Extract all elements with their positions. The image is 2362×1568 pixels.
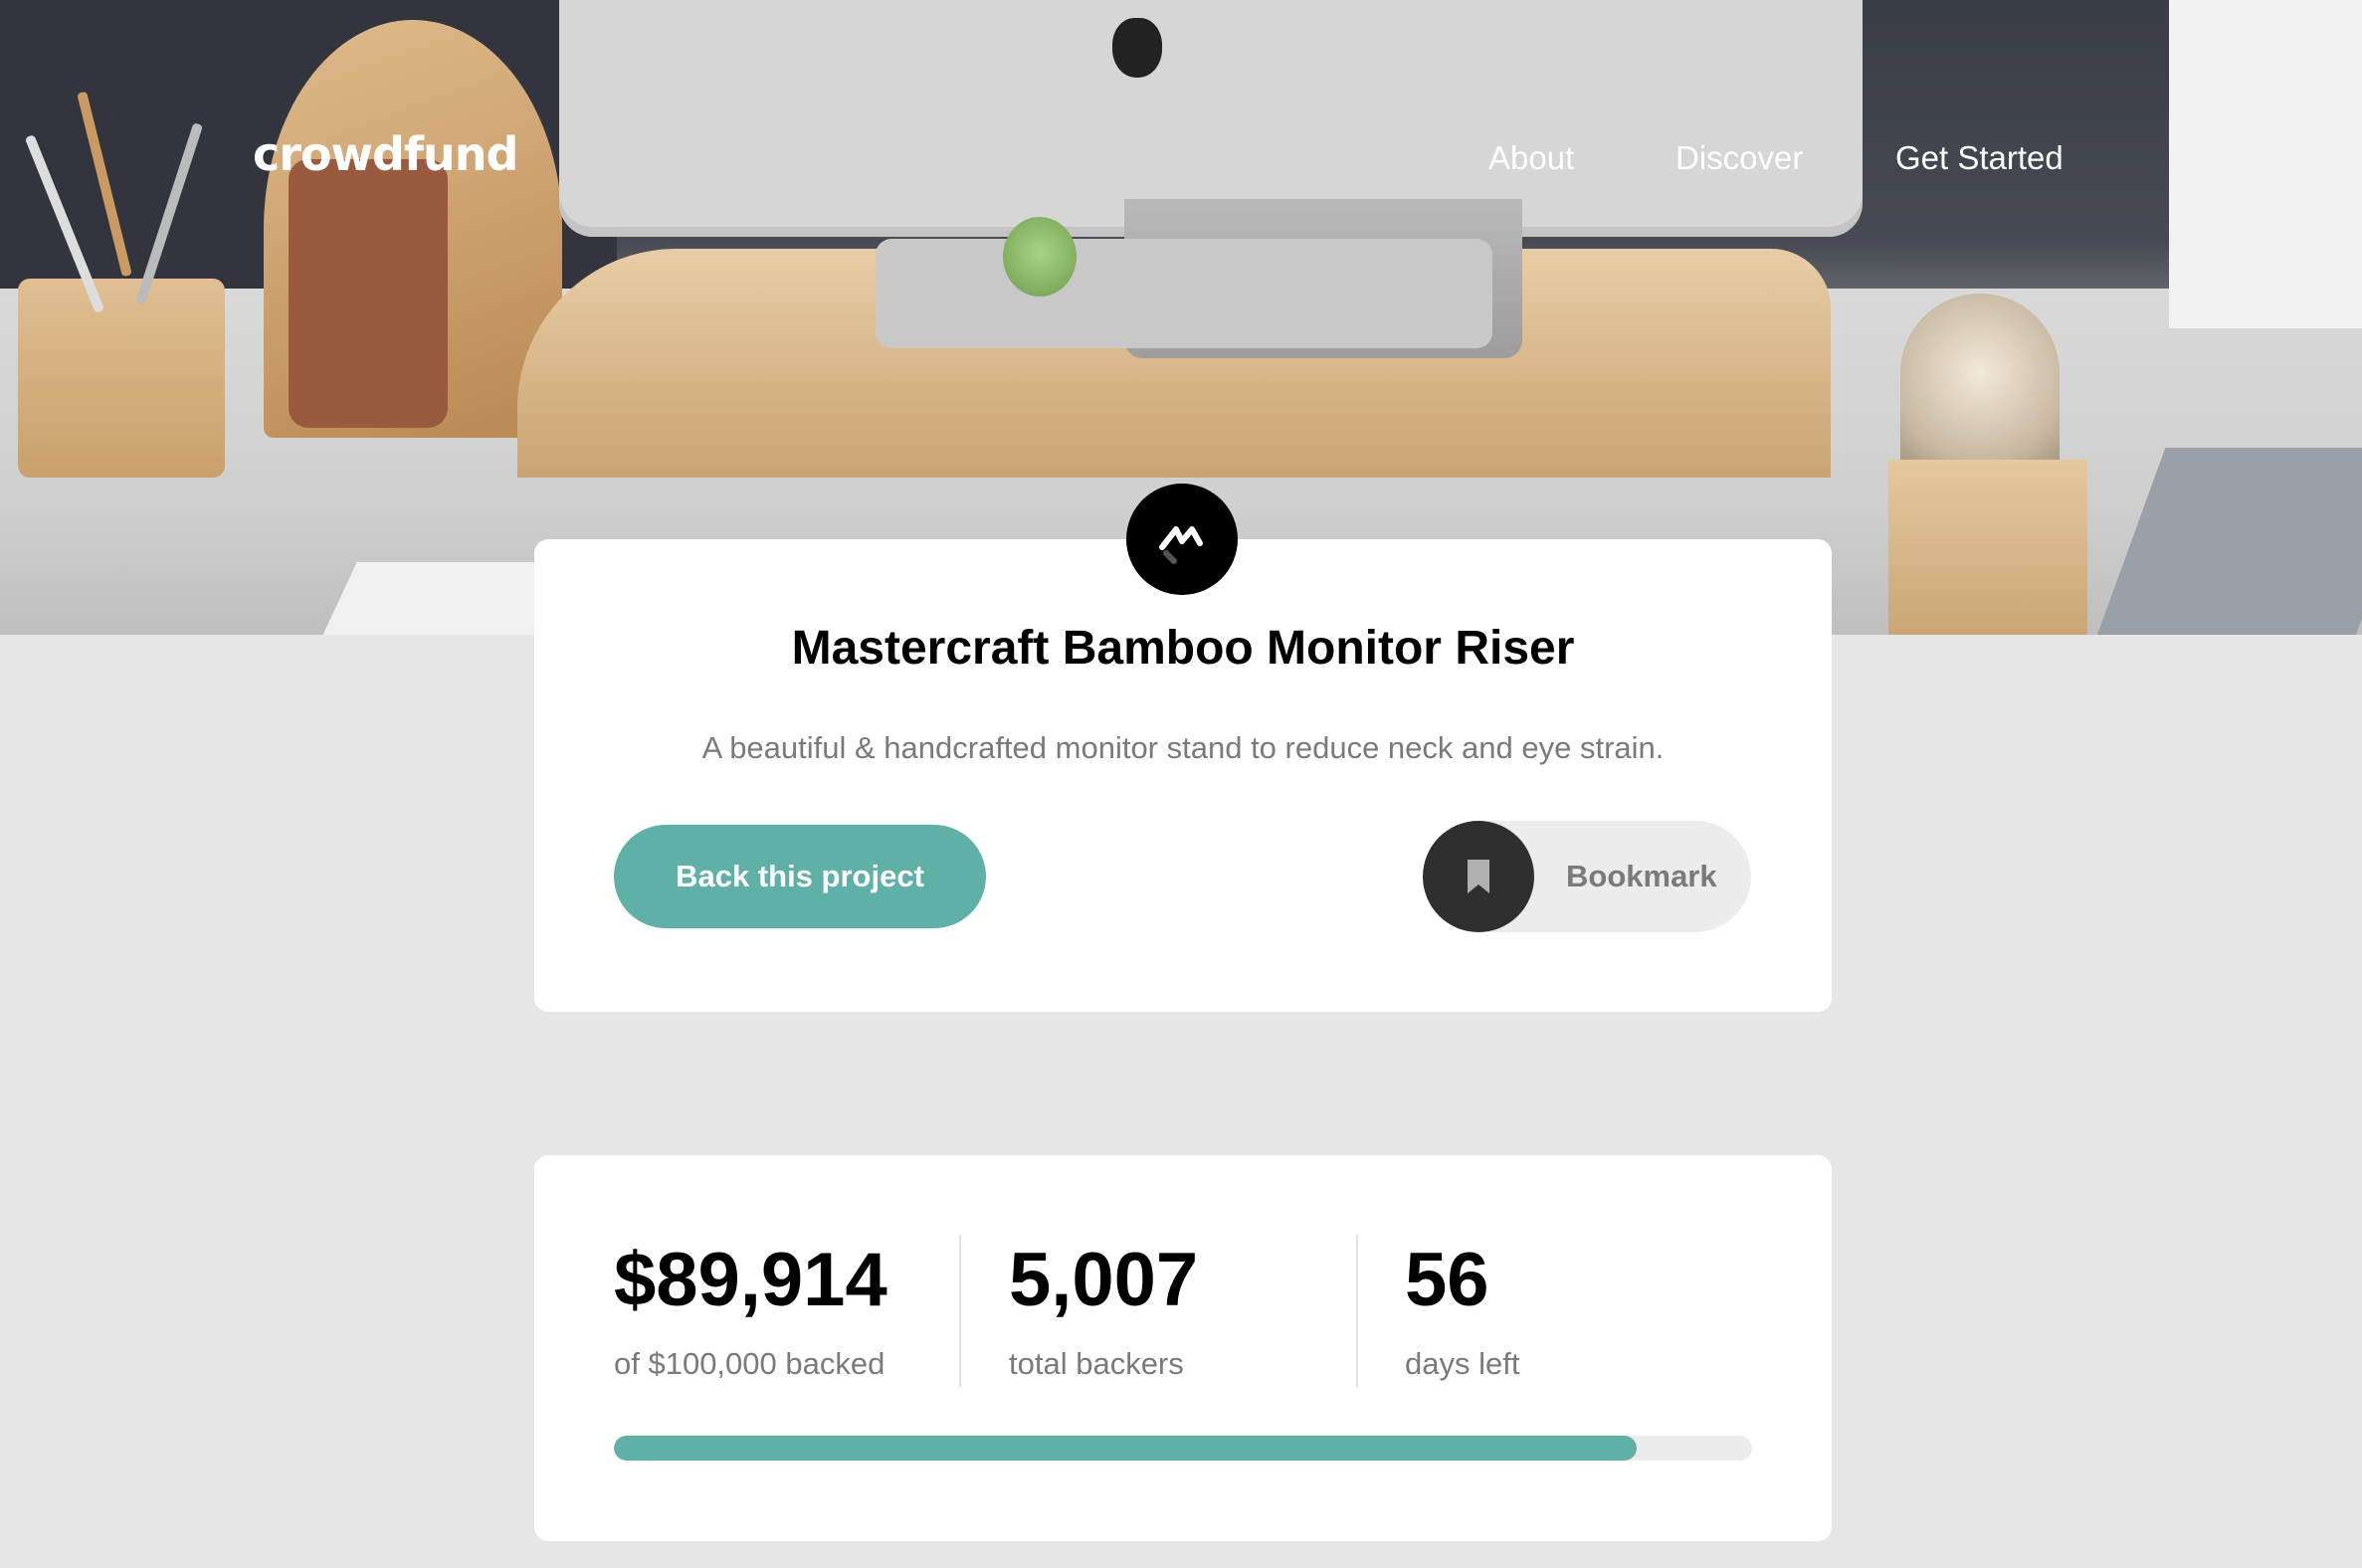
backed-amount: $89,914 bbox=[614, 1238, 887, 1322]
crowdfund-logo[interactable]: crowdfund bbox=[253, 127, 518, 181]
stat-backed: $89,914 of $100,000 backed bbox=[614, 1243, 887, 1382]
back-project-button[interactable]: Back this project bbox=[614, 825, 986, 928]
project-description: A beautiful & handcrafted monitor stand … bbox=[701, 730, 1665, 765]
funding-progress-fill bbox=[614, 1436, 1638, 1461]
backed-label: of $100,000 backed bbox=[614, 1346, 886, 1381]
nav-link-discover[interactable]: Discover bbox=[1675, 139, 1803, 177]
days-left-label: days left bbox=[1405, 1346, 1520, 1381]
project-title: Mastercraft Bamboo Monitor Riser bbox=[791, 622, 1575, 675]
bookmark-icon bbox=[1423, 821, 1534, 932]
bookmark-label: Bookmark bbox=[1566, 859, 1717, 893]
days-left-count: 56 bbox=[1405, 1238, 1489, 1322]
stats-card: $89,914 of $100,000 backed 5,007 total b… bbox=[534, 1155, 1832, 1541]
project-card: Mastercraft Bamboo Monitor Riser A beaut… bbox=[534, 539, 1832, 1012]
stat-divider bbox=[959, 1235, 961, 1388]
backers-label: total backers bbox=[1009, 1346, 1184, 1381]
nav-link-get-started[interactable]: Get Started bbox=[1895, 139, 2064, 177]
nav-link-about[interactable]: About bbox=[1488, 139, 1574, 177]
mastercraft-logo-icon bbox=[1126, 484, 1238, 595]
bookmark-button[interactable]: Bookmark bbox=[1423, 821, 1751, 932]
stat-backers: 5,007 total backers bbox=[1009, 1243, 1198, 1382]
funding-progress-bar bbox=[614, 1436, 1752, 1461]
stat-days: 56 days left bbox=[1405, 1243, 1519, 1382]
backers-count: 5,007 bbox=[1009, 1238, 1199, 1322]
stat-divider bbox=[1356, 1235, 1358, 1388]
